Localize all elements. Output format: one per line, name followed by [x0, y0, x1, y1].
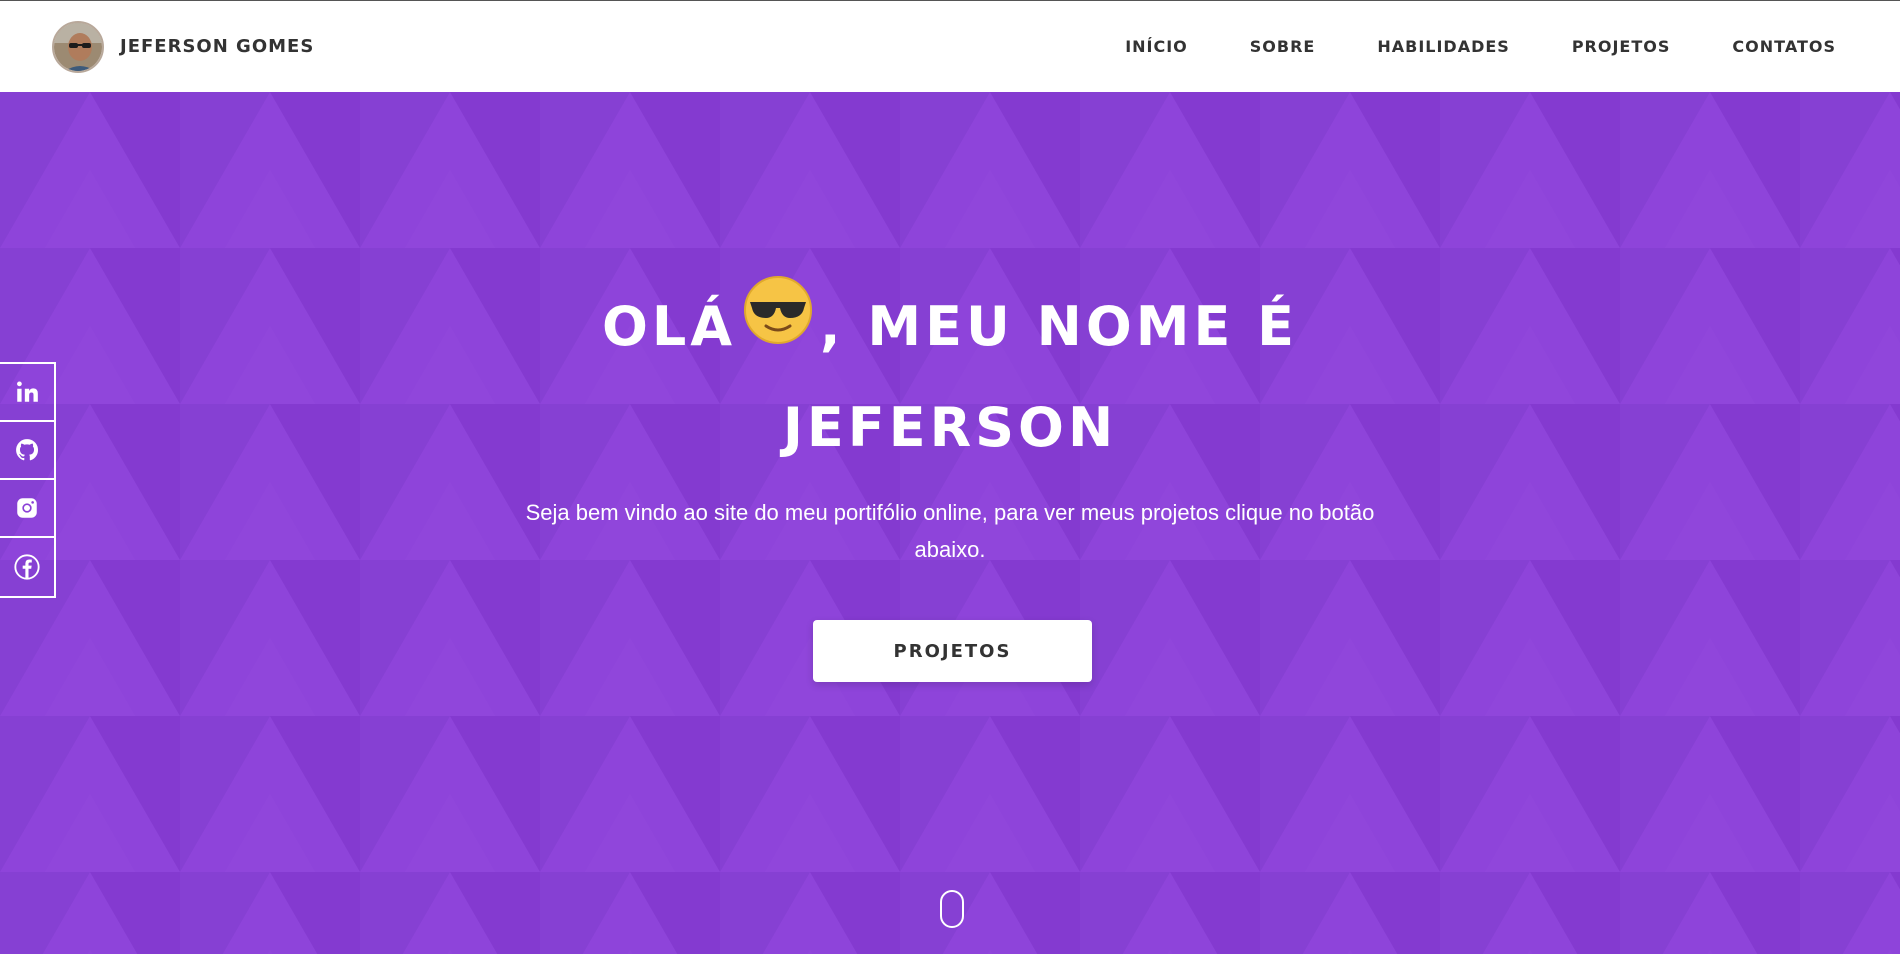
navbar: JEFERSON GOMES INÍCIO SOBRE HABILIDADES …: [0, 0, 1900, 92]
social-github[interactable]: [0, 422, 54, 480]
nav-item-habilidades[interactable]: HABILIDADES: [1346, 37, 1540, 56]
linkedin-icon: [17, 381, 38, 402]
hero-title-rest: , MEU NOME É: [820, 295, 1299, 359]
hero-title-line2: JEFERSON: [782, 396, 1118, 459]
social-instagram[interactable]: [0, 480, 54, 538]
instagram-icon: [17, 498, 37, 518]
facebook-icon: [14, 554, 40, 580]
hero-title: OLÁ , MEU NOME É JEFERSON: [500, 276, 1400, 475]
nav-item-projetos[interactable]: PROJETOS: [1541, 37, 1702, 56]
hero-title-line1: OLÁ , MEU NOME É: [500, 276, 1400, 381]
brand[interactable]: JEFERSON GOMES: [52, 20, 315, 73]
avatar-photo-icon: [54, 22, 102, 71]
nav-item-sobre[interactable]: SOBRE: [1219, 37, 1347, 56]
main-menu: INÍCIO SOBRE HABILIDADES PROJETOS CONTAT…: [1094, 37, 1836, 56]
social-facebook[interactable]: [0, 538, 54, 596]
hero-subtitle: Seja bem vindo ao site do meu portifólio…: [525, 500, 1375, 562]
hero-section: OLÁ , MEU NOME É JEFERSON Seja bem vindo…: [0, 92, 1900, 954]
github-icon: [16, 439, 39, 461]
scroll-down-icon[interactable]: [940, 890, 964, 928]
projects-button[interactable]: PROJETOS: [813, 620, 1092, 682]
social-sidebar: [0, 362, 56, 598]
avatar: [52, 20, 104, 73]
nav-item-contatos[interactable]: CONTATOS: [1701, 37, 1836, 56]
social-linkedin[interactable]: [0, 364, 54, 422]
hero-title-greeting: OLÁ: [601, 295, 737, 359]
sunglasses-emoji-icon: [742, 274, 814, 375]
nav-item-inicio[interactable]: INÍCIO: [1094, 37, 1219, 56]
brand-name: JEFERSON GOMES: [120, 36, 315, 57]
